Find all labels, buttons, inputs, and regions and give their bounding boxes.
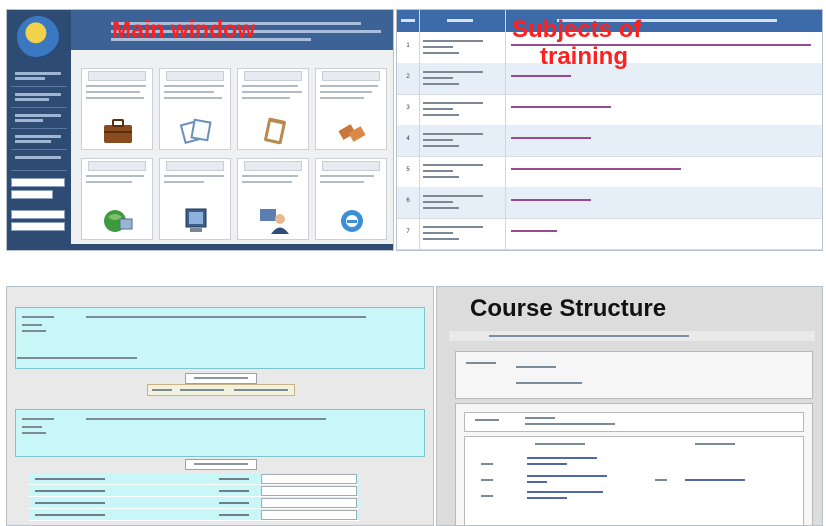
test-form-screenshot xyxy=(6,286,434,526)
monitor-icon xyxy=(185,208,207,232)
question-box xyxy=(15,307,425,369)
column-divider xyxy=(419,10,420,250)
match-row[interactable] xyxy=(29,485,359,497)
clipboard-icon xyxy=(264,117,286,145)
tile-monitor[interactable] xyxy=(159,158,231,240)
match-row[interactable] xyxy=(29,509,359,521)
subject-link[interactable] xyxy=(511,168,681,170)
row-number: 4 xyxy=(406,136,410,142)
module-link[interactable] xyxy=(527,497,567,499)
module-link[interactable] xyxy=(527,491,603,493)
sidebar-menu xyxy=(11,70,67,177)
answer-toggle-button-2[interactable] xyxy=(185,459,257,470)
subjects-label-line1: Subjects of xyxy=(512,16,642,43)
internet-explorer-icon xyxy=(341,210,363,232)
main-footer xyxy=(7,244,393,250)
subject-link[interactable] xyxy=(511,75,571,77)
logo-icon xyxy=(17,16,59,58)
user-computer-icon xyxy=(260,209,289,234)
module-link[interactable] xyxy=(685,479,745,481)
subject-link[interactable] xyxy=(511,137,591,139)
briefcase-icon xyxy=(104,119,132,143)
table-row[interactable]: 7 xyxy=(397,218,822,250)
course-title-bar xyxy=(449,331,815,341)
table-row[interactable]: 5 xyxy=(397,156,822,188)
table-row[interactable]: 4 xyxy=(397,125,822,157)
tile-briefcase[interactable] xyxy=(81,68,153,150)
tile-folders[interactable] xyxy=(315,68,387,150)
search-field-2[interactable] xyxy=(11,222,65,231)
course-structure-label: Course Structure xyxy=(470,295,667,322)
row-number: 1 xyxy=(406,43,410,49)
module-header xyxy=(464,412,804,432)
tile-internet-explorer[interactable] xyxy=(315,158,387,240)
login-field[interactable] xyxy=(11,178,65,187)
question-box-2 xyxy=(15,409,425,457)
table-row[interactable]: 3 xyxy=(397,94,822,126)
subject-link[interactable] xyxy=(511,199,591,201)
globe-computer-icon xyxy=(104,210,133,232)
sidebar-item[interactable] xyxy=(11,156,67,171)
documents-icon xyxy=(180,118,212,144)
sidebar-item[interactable] xyxy=(11,135,67,150)
sidebar xyxy=(7,10,71,250)
folders-icon xyxy=(338,124,366,142)
module-link[interactable] xyxy=(527,481,547,483)
sidebar-item[interactable] xyxy=(11,93,67,108)
module-content xyxy=(464,436,804,525)
module-link[interactable] xyxy=(527,475,607,477)
main-content xyxy=(71,50,393,244)
search-field[interactable] xyxy=(11,210,65,219)
module-link[interactable] xyxy=(527,463,567,465)
subjects-label-line2: training xyxy=(540,43,628,70)
sidebar-item[interactable] xyxy=(11,114,67,129)
module-link[interactable] xyxy=(527,457,597,459)
password-field[interactable] xyxy=(11,190,53,199)
match-select[interactable] xyxy=(261,486,357,496)
answer-toggle-button[interactable] xyxy=(185,373,257,384)
row-number: 3 xyxy=(406,105,410,111)
question-note xyxy=(17,357,137,359)
sidebar-item[interactable] xyxy=(11,72,67,87)
row-number: 5 xyxy=(406,167,410,173)
answer-options[interactable] xyxy=(147,384,295,396)
row-number: 6 xyxy=(406,198,410,204)
match-row[interactable] xyxy=(29,473,359,485)
match-select[interactable] xyxy=(261,510,357,520)
match-select[interactable] xyxy=(261,474,357,484)
main-window-screenshot xyxy=(6,9,394,251)
course-info-box xyxy=(455,351,813,399)
row-number: 7 xyxy=(406,229,410,235)
subject-link[interactable] xyxy=(511,106,611,108)
tile-globe-computer[interactable] xyxy=(81,158,153,240)
main-window-label: Main window xyxy=(112,16,256,42)
subject-link[interactable] xyxy=(511,230,557,232)
match-select[interactable] xyxy=(261,498,357,508)
tile-documents[interactable] xyxy=(159,68,231,150)
tile-clipboard[interactable] xyxy=(237,68,309,150)
tile-user-computer[interactable] xyxy=(237,158,309,240)
row-number: 2 xyxy=(406,74,410,80)
course-modules-box xyxy=(455,403,813,525)
match-row[interactable] xyxy=(29,497,359,509)
column-divider xyxy=(505,10,506,250)
table-row[interactable]: 6 xyxy=(397,187,822,219)
